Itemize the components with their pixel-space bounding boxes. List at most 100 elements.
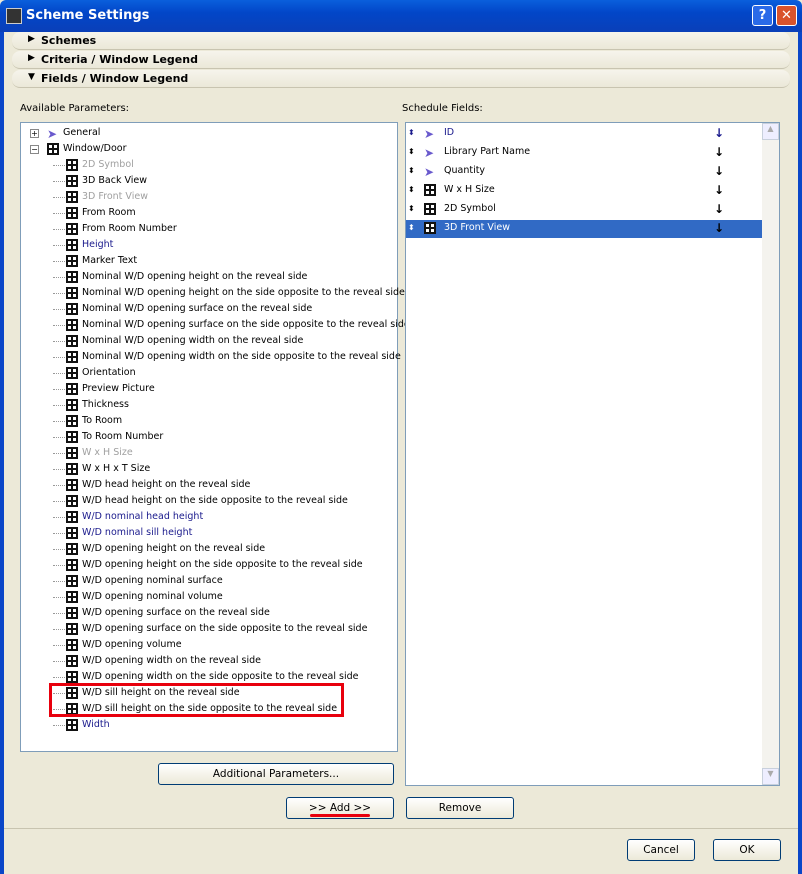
tree-item-label: To Room <box>82 415 123 426</box>
scrollbar[interactable]: ▲ ▼ <box>762 123 779 785</box>
schedule-field-row[interactable]: ⬍ ➤ Quantity ↓ <box>406 163 762 181</box>
section-0[interactable]: ▶ Schemes <box>12 32 790 50</box>
section-label: Fields / Window Legend <box>41 72 189 85</box>
tree-group[interactable]: + ➤ General <box>21 125 391 141</box>
tree-item[interactable]: W/D nominal head height <box>21 509 391 525</box>
tree-item[interactable]: W/D opening height on the reveal side <box>21 541 391 557</box>
tree-line <box>53 661 65 662</box>
tree-item[interactable]: 3D Back View <box>21 173 391 189</box>
tree-item[interactable]: To Room Number <box>21 429 391 445</box>
sort-down-icon[interactable]: ↓ <box>714 201 724 217</box>
tree-item[interactable]: W x H Size <box>21 445 391 461</box>
tree-item-label: To Room Number <box>82 431 164 442</box>
window-icon <box>66 223 78 235</box>
window-icon <box>66 383 78 395</box>
tree-item[interactable]: W/D opening height on the side opposite … <box>21 557 391 573</box>
tree-item[interactable]: Nominal W/D opening height on the side o… <box>21 285 405 301</box>
tree-item[interactable]: To Room <box>21 413 391 429</box>
tree-group[interactable]: − Window/Door <box>21 141 391 157</box>
window-icon <box>66 559 78 571</box>
scroll-down-button[interactable]: ▼ <box>762 768 779 785</box>
tree-item-label: W x H Size <box>82 447 133 458</box>
remove-button[interactable]: Remove <box>406 797 514 819</box>
app-icon <box>6 8 22 24</box>
tree-item[interactable]: From Room Number <box>21 221 391 237</box>
tree-item[interactable]: W/D opening volume <box>21 637 391 653</box>
drag-handle-icon[interactable]: ⬍ <box>408 125 415 141</box>
tree-item[interactable]: W/D opening surface on the reveal side <box>21 605 391 621</box>
schedule-field-row[interactable]: ⬍ W x H Size ↓ <box>406 182 762 200</box>
tree-item[interactable]: W/D opening surface on the side opposite… <box>21 621 391 637</box>
tree-item[interactable]: Nominal W/D opening height on the reveal… <box>21 269 391 285</box>
window-border-left <box>0 32 4 874</box>
section-2[interactable]: ▼ Fields / Window Legend <box>12 70 790 88</box>
tree-item[interactable]: 2D Symbol <box>21 157 391 173</box>
tree-item-label: Height <box>82 239 114 250</box>
window-icon <box>66 543 78 555</box>
tree-item[interactable]: 3D Front View <box>21 189 391 205</box>
sort-down-icon[interactable]: ↓ <box>714 182 724 198</box>
schedule-field-row[interactable]: ⬍ 2D Symbol ↓ <box>406 201 762 219</box>
sort-down-icon[interactable]: ↓ <box>714 163 724 179</box>
tree-item[interactable]: Orientation <box>21 365 391 381</box>
close-button[interactable]: ✕ <box>776 5 797 26</box>
tree-line <box>53 565 65 566</box>
cursor-icon: ➤ <box>47 127 58 141</box>
additional-parameters-button[interactable]: Additional Parameters... <box>158 763 394 785</box>
tree-item[interactable]: W/D opening nominal surface <box>21 573 391 589</box>
window-icon <box>66 319 78 331</box>
tree-item[interactable]: Marker Text <box>21 253 391 269</box>
window-icon <box>66 431 78 443</box>
tree-item[interactable]: Preview Picture <box>21 381 391 397</box>
window-icon <box>66 447 78 459</box>
tree-item[interactable]: W/D nominal sill height <box>21 525 391 541</box>
divider <box>4 828 798 829</box>
tree-item[interactable]: W/D opening width on the reveal side <box>21 653 391 669</box>
collapse-icon[interactable]: − <box>30 145 39 154</box>
tree-item[interactable]: From Room <box>21 205 391 221</box>
tree-item-label: W/D opening height on the reveal side <box>82 543 266 554</box>
tree-item[interactable]: W/D opening nominal volume <box>21 589 391 605</box>
tree-item[interactable]: Nominal W/D opening surface on the side … <box>21 317 410 333</box>
tree-line <box>53 229 65 230</box>
tree-item[interactable]: Height <box>21 237 391 253</box>
tree-item[interactable]: Width <box>21 717 391 733</box>
tree-item[interactable]: W x H x T Size <box>21 461 391 477</box>
schedule-field-row[interactable]: ⬍ ➤ ID ↓ <box>406 125 762 143</box>
available-parameters-tree[interactable]: + ➤ General − Window/Door 2D Symbol 3D Back Vi… <box>20 122 410 752</box>
expand-icon[interactable]: + <box>30 129 39 138</box>
scroll-up-button[interactable]: ▲ <box>762 123 779 140</box>
sort-down-icon[interactable]: ↓ <box>714 220 724 236</box>
tree-item[interactable]: W/D head height on the side opposite to … <box>21 493 391 509</box>
sort-down-icon[interactable]: ↓ <box>714 144 724 160</box>
tree-item[interactable]: Thickness <box>21 397 391 413</box>
tree-item[interactable]: Nominal W/D opening width on the reveal … <box>21 333 391 349</box>
help-button[interactable]: ? <box>752 5 773 26</box>
tree-line <box>53 213 65 214</box>
drag-handle-icon[interactable]: ⬍ <box>408 220 415 236</box>
tree-line <box>53 453 65 454</box>
schedule-field-row[interactable]: ⬍ ➤ Library Part Name ↓ <box>406 144 762 162</box>
tree-item[interactable]: W/D head height on the reveal side <box>21 477 391 493</box>
tree-item[interactable]: Nominal W/D opening width on the side op… <box>21 349 401 365</box>
sort-down-icon[interactable]: ↓ <box>714 125 724 141</box>
section-1[interactable]: ▶ Criteria / Window Legend <box>12 51 790 69</box>
window-icon <box>66 207 78 219</box>
window-icon <box>66 271 78 283</box>
schedule-fields-list[interactable]: ▲ ▼ ⬍ ➤ ID ↓ ⬍ ➤ Library Part Name ↓ ⬍ ➤ Quantity ↓… <box>405 122 780 786</box>
drag-handle-icon[interactable]: ⬍ <box>408 144 415 160</box>
tree-line <box>53 197 65 198</box>
cancel-button[interactable]: Cancel <box>627 839 695 861</box>
tree-group-label: Window/Door <box>63 143 127 154</box>
drag-handle-icon[interactable]: ⬍ <box>408 182 415 198</box>
schedule-field-row[interactable]: ⬍ 3D Front View ↓ <box>406 220 762 238</box>
drag-handle-icon[interactable]: ⬍ <box>408 163 415 179</box>
tree-item-label: 2D Symbol <box>82 159 134 170</box>
tree-item-label: W/D opening width on the reveal side <box>82 655 261 666</box>
tree-item-label: Nominal W/D opening surface on the side … <box>82 319 410 330</box>
tree-item[interactable]: Nominal W/D opening surface on the revea… <box>21 301 391 317</box>
ok-button[interactable]: OK <box>713 839 781 861</box>
drag-handle-icon[interactable]: ⬍ <box>408 201 415 217</box>
tree-item-label: Nominal W/D opening height on the side o… <box>82 287 405 298</box>
tree-line <box>53 533 65 534</box>
